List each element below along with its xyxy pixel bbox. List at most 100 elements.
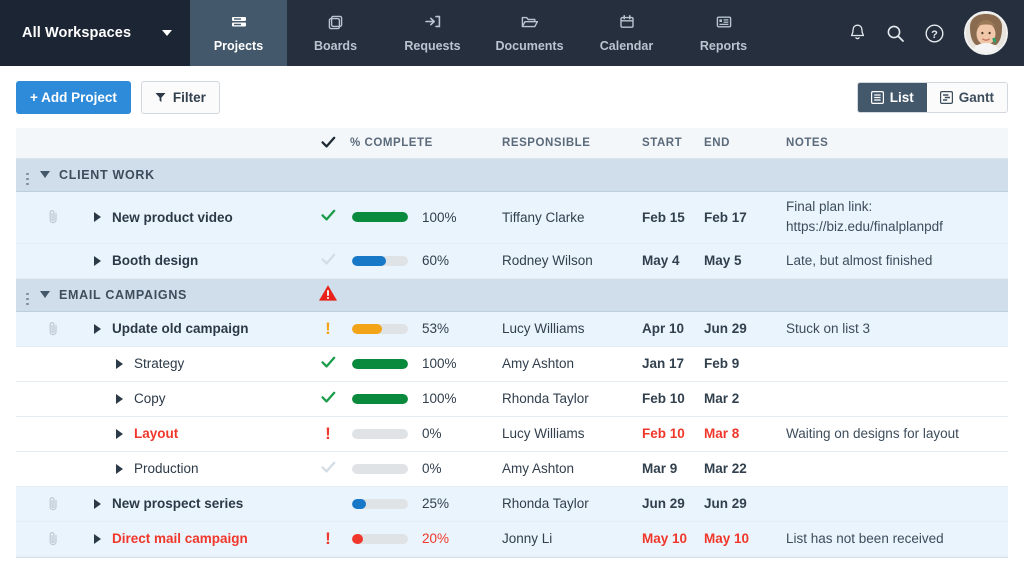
nav-tab-projects[interactable]: Projects (190, 0, 287, 66)
end-date-cell[interactable]: Mar 8 (704, 416, 786, 451)
progress-cell[interactable]: 53% (350, 311, 502, 346)
progress-cell[interactable]: 25% (350, 486, 502, 521)
col-end[interactable]: END (704, 128, 786, 158)
search-icon[interactable] (886, 24, 905, 43)
col-responsible[interactable]: RESPONSIBLE (502, 128, 642, 158)
col-status[interactable] (306, 128, 350, 158)
collapse-triangle-icon[interactable] (40, 291, 50, 298)
progress-cell[interactable]: 100% (350, 191, 502, 243)
progress-bar[interactable] (352, 394, 408, 404)
notes-cell[interactable]: Final plan link:https://biz.edu/finalpla… (786, 191, 1008, 243)
end-date-cell[interactable]: Mar 22 (704, 451, 786, 486)
end-date-cell[interactable]: Jun 29 (704, 311, 786, 346)
table-row[interactable]: New prospect series25%Rhonda TaylorJun 2… (16, 486, 1008, 521)
alert-exclamation-icon[interactable]: ! (325, 320, 331, 337)
alert-exclamation-icon[interactable]: ! (325, 530, 331, 547)
nav-tab-reports[interactable]: Reports (675, 0, 772, 66)
progress-bar[interactable] (352, 499, 408, 509)
task-status-cell[interactable]: ! (306, 416, 350, 451)
filter-button[interactable]: Filter (141, 81, 220, 114)
progress-cell[interactable]: 100% (350, 346, 502, 381)
task-status-cell[interactable]: ! (306, 311, 350, 346)
table-row[interactable]: New product video100%Tiffany ClarkeFeb 1… (16, 191, 1008, 243)
expand-triangle-icon[interactable] (94, 212, 101, 222)
notes-cell[interactable]: List has not been received (786, 521, 1008, 556)
progress-cell[interactable]: 20% (350, 521, 502, 556)
progress-bar[interactable] (352, 359, 408, 369)
status-check-done-icon[interactable] (321, 391, 336, 404)
task-status-cell[interactable] (306, 381, 350, 416)
status-check-done-icon[interactable] (321, 209, 336, 222)
expand-triangle-icon[interactable] (116, 464, 123, 474)
task-name-label[interactable]: Booth design (112, 253, 198, 268)
task-name-label[interactable]: New product video (112, 210, 233, 225)
collapse-triangle-icon[interactable] (40, 171, 50, 178)
table-group-row[interactable]: CLIENT WORK (16, 158, 1008, 191)
notes-cell[interactable]: Waiting on designs for layout (786, 416, 1008, 451)
table-row[interactable]: Booth design60%Rodney WilsonMay 4May 5La… (16, 243, 1008, 278)
table-row[interactable]: Layout! 0%Lucy WilliamsFeb 10Mar 8Waiting… (16, 416, 1008, 451)
responsible-cell[interactable]: Lucy Williams (502, 311, 642, 346)
expand-triangle-icon[interactable] (94, 324, 101, 334)
task-name-label[interactable]: Layout (134, 426, 178, 441)
nav-tab-requests[interactable]: Requests (384, 0, 481, 66)
status-check-empty-icon[interactable] (321, 253, 336, 266)
task-status-cell[interactable] (306, 451, 350, 486)
notes-cell[interactable] (786, 451, 1008, 486)
task-name-label[interactable]: Strategy (134, 356, 184, 371)
task-status-cell[interactable] (306, 243, 350, 278)
start-date-cell[interactable]: Feb 10 (642, 416, 704, 451)
progress-bar[interactable] (352, 464, 408, 474)
expand-triangle-icon[interactable] (116, 359, 123, 369)
col-percent-complete[interactable]: % COMPLETE (350, 128, 502, 158)
start-date-cell[interactable]: May 10 (642, 521, 704, 556)
table-row[interactable]: Update old campaign!53%Lucy WilliamsApr … (16, 311, 1008, 346)
nav-tab-calendar[interactable]: Calendar (578, 0, 675, 66)
task-status-cell[interactable] (306, 191, 350, 243)
progress-bar[interactable] (352, 212, 408, 222)
table-row[interactable]: Copy100%Rhonda TaylorFeb 10Mar 2 (16, 381, 1008, 416)
nav-tab-documents[interactable]: Documents (481, 0, 578, 66)
start-date-cell[interactable]: Mar 9 (642, 451, 704, 486)
responsible-cell[interactable]: Rhonda Taylor (502, 486, 642, 521)
expand-triangle-icon[interactable] (94, 256, 101, 266)
expand-triangle-icon[interactable] (94, 499, 101, 509)
task-name-label[interactable]: Copy (134, 391, 166, 406)
attachment-icon[interactable] (48, 496, 59, 512)
start-date-cell[interactable]: Jan 17 (642, 346, 704, 381)
progress-bar[interactable] (352, 256, 408, 266)
drag-handle-icon[interactable] (16, 173, 29, 186)
expand-triangle-icon[interactable] (116, 429, 123, 439)
attachment-icon[interactable] (48, 209, 59, 225)
responsible-cell[interactable]: Rodney Wilson (502, 243, 642, 278)
task-status-cell[interactable] (306, 346, 350, 381)
table-group-row[interactable]: EMAIL CAMPAIGNS (16, 278, 1008, 311)
table-row[interactable]: Direct mail campaign!20%Jonny LiMay 10Ma… (16, 521, 1008, 556)
alert-exclamation-icon[interactable]: ! (325, 425, 331, 442)
workspace-selector[interactable]: All Workspaces (0, 0, 190, 66)
end-date-cell[interactable]: Mar 2 (704, 381, 786, 416)
responsible-cell[interactable]: Amy Ashton (502, 451, 642, 486)
nav-tab-boards[interactable]: Boards (287, 0, 384, 66)
warning-triangle-icon[interactable] (318, 284, 338, 302)
progress-bar[interactable] (352, 534, 408, 544)
start-date-cell[interactable]: Jun 29 (642, 486, 704, 521)
progress-cell[interactable]: 100% (350, 381, 502, 416)
responsible-cell[interactable]: Jonny Li (502, 521, 642, 556)
notes-cell[interactable]: Late, but almost finished (786, 243, 1008, 278)
bell-icon[interactable] (848, 23, 867, 43)
responsible-cell[interactable]: Rhonda Taylor (502, 381, 642, 416)
expand-triangle-icon[interactable] (94, 534, 101, 544)
start-date-cell[interactable]: May 4 (642, 243, 704, 278)
status-check-done-icon[interactable] (321, 356, 336, 369)
notes-cell[interactable] (786, 346, 1008, 381)
expand-triangle-icon[interactable] (116, 394, 123, 404)
table-row[interactable]: Strategy100%Amy AshtonJan 17Feb 9 (16, 346, 1008, 381)
responsible-cell[interactable]: Amy Ashton (502, 346, 642, 381)
progress-cell[interactable]: 0% (350, 416, 502, 451)
start-date-cell[interactable]: Feb 15 (642, 191, 704, 243)
responsible-cell[interactable]: Lucy Williams (502, 416, 642, 451)
task-status-cell[interactable]: ! (306, 521, 350, 556)
notes-cell[interactable] (786, 381, 1008, 416)
task-name-label[interactable]: Direct mail campaign (112, 531, 248, 546)
